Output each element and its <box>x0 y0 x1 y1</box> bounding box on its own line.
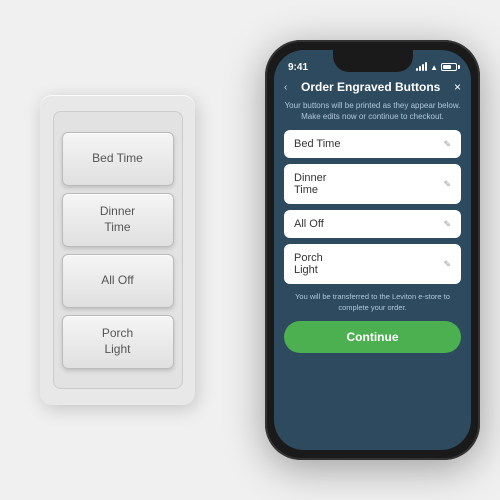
engraved-label-bed-time: Bed Time <box>294 138 340 150</box>
app-title: Order Engraved Buttons <box>287 80 454 94</box>
close-button[interactable]: × <box>454 80 461 94</box>
signal-bars-icon <box>416 63 427 71</box>
engraved-item-porch-light[interactable]: Porch Light ✎ <box>284 244 461 284</box>
scene: Bed Time Dinner Time All Off Porch Light… <box>20 30 480 470</box>
status-icons: ▲ <box>416 63 457 72</box>
continue-button[interactable]: Continue <box>284 321 461 353</box>
phone-notch <box>333 50 413 72</box>
switch-button-porch-light[interactable]: Porch Light <box>62 315 174 369</box>
light-switch: Bed Time Dinner Time All Off Porch Light <box>40 95 195 405</box>
app-content: ‹ Order Engraved Buttons × Your buttons … <box>274 78 471 353</box>
engraved-item-bed-time[interactable]: Bed Time ✎ <box>284 130 461 158</box>
switch-button-bed-time[interactable]: Bed Time <box>62 132 174 186</box>
engraved-item-dinner-time[interactable]: Dinner Time ✎ <box>284 164 461 204</box>
engraved-label-porch-light: Porch Light <box>294 252 323 276</box>
switch-button-all-off[interactable]: All Off <box>62 254 174 308</box>
switch-button-dinner-time[interactable]: Dinner Time <box>62 193 174 247</box>
engraved-item-all-off[interactable]: All Off ✎ <box>284 210 461 238</box>
edit-icon-all-off: ✎ <box>443 219 451 230</box>
app-header: ‹ Order Engraved Buttons × <box>284 78 461 96</box>
edit-icon-dinner-time: ✎ <box>443 179 451 190</box>
engraved-label-all-off: All Off <box>294 218 324 230</box>
phone-screen: 9:41 ▲ <box>274 50 471 450</box>
wifi-icon: ▲ <box>430 63 438 72</box>
edit-icon-porch-light: ✎ <box>443 259 451 270</box>
battery-icon <box>441 63 457 71</box>
phone-inner: 9:41 ▲ <box>270 45 475 455</box>
phone: 9:41 ▲ <box>265 40 480 460</box>
engraved-buttons-list: Bed Time ✎ Dinner Time ✎ All Off ✎ Por <box>284 130 461 284</box>
status-time: 9:41 <box>288 62 308 73</box>
edit-icon-bed-time: ✎ <box>443 139 451 150</box>
switch-plate: Bed Time Dinner Time All Off Porch Light <box>53 111 183 389</box>
app-footer-text: You will be transferred to the Leviton e… <box>284 292 461 313</box>
engraved-label-dinner-time: Dinner Time <box>294 172 326 196</box>
app-subtitle: Your buttons will be printed as they app… <box>284 100 461 122</box>
